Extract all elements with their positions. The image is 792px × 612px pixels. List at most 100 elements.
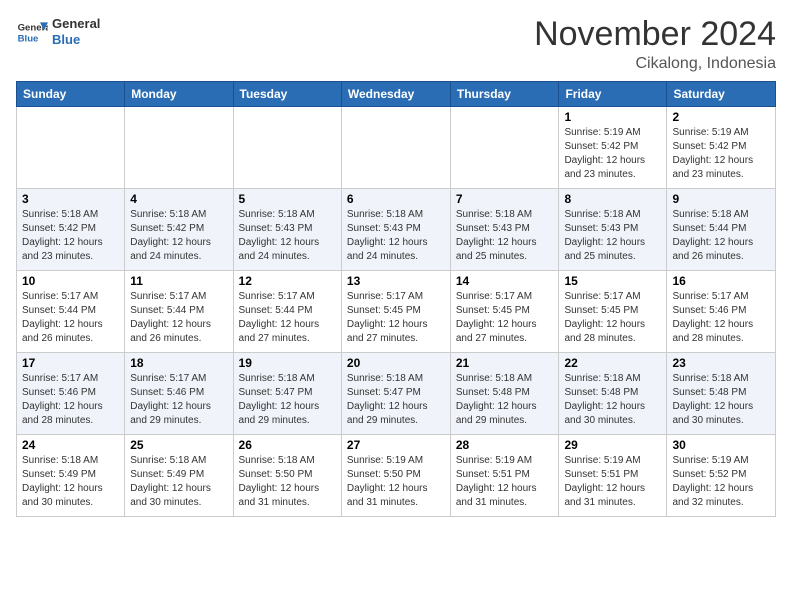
- calendar-cell: 15Sunrise: 5:17 AMSunset: 5:45 PMDayligh…: [559, 271, 667, 353]
- calendar-cell: 12 Sunrise: 5:17 AMSunset: 5:44 PMDayligh…: [233, 271, 341, 353]
- day-info: Sunrise: 5:18 AMSunset: 5:42 PMDaylight:…: [22, 208, 119, 264]
- day-info: Sunrise: 5:19 AMSunset: 5:50 PMDaylight:…: [347, 454, 445, 510]
- day-number: 11: [130, 274, 227, 288]
- location-title: Cikalong, Indonesia: [534, 55, 776, 73]
- day-number: 8: [564, 192, 661, 206]
- calendar-cell: 10Sunrise: 5:17 AMSunset: 5:44 PMDayligh…: [17, 271, 125, 353]
- day-info: Sunrise: 5:17 AMSunset: 5:45 PMDaylight:…: [456, 290, 554, 346]
- day-number: 3: [22, 192, 119, 206]
- day-info: Sunrise: 5:17 AMSunset: 5:44 PMDaylight:…: [239, 290, 336, 346]
- day-info: Sunrise: 5:19 AMSunset: 5:52 PMDaylight:…: [672, 454, 770, 510]
- day-number: 1: [564, 110, 661, 124]
- day-info: Sunrise: 5:17 AMSunset: 5:44 PMDaylight:…: [130, 290, 227, 346]
- day-number: 6: [347, 192, 445, 206]
- day-info: Sunrise: 5:18 AMSunset: 5:50 PMDaylight:…: [239, 454, 336, 510]
- calendar-week-row: 10 Sunrise: 5:17 AMSunset: 5:44 PMDayligh…: [17, 271, 776, 353]
- day-info: Sunrise: 5:18 AMSunset: 5:43 PMDaylight:…: [239, 208, 336, 264]
- logo-general-text: General: [52, 16, 100, 32]
- day-number: 2: [672, 110, 770, 124]
- day-info: Sunrise: 5:18 AMSunset: 5:49 PMDaylight:…: [22, 454, 119, 510]
- calendar-cell: 14 Sunrise: 5:17 AMSunset: 5:45 PMDayligh…: [450, 271, 559, 353]
- day-number: 25: [130, 438, 227, 452]
- day-number: 12: [239, 274, 336, 288]
- day-number: 13: [347, 274, 445, 288]
- calendar-cell: 28 Sunrise: 5:19 AMSunset: 5:51 PMDayligh…: [450, 435, 559, 517]
- day-info: Sunrise: 5:18 AMSunset: 5:49 PMDaylight:…: [130, 454, 227, 510]
- calendar-week-row: 24Sunrise: 5:18 AMSunset: 5:49 PMDayligh…: [17, 435, 776, 517]
- calendar-cell: 29 Sunrise: 5:19 AMSunset: 5:51 PMDayligh…: [559, 435, 667, 517]
- day-info: Sunrise: 5:18 AMSunset: 5:48 PMDaylight:…: [672, 372, 770, 428]
- logo-icon: General Blue: [16, 16, 48, 48]
- calendar-cell: [233, 107, 341, 189]
- calendar-cell: 17 Sunrise: 5:17 AMSunset: 5:46 PMDayligh…: [17, 353, 125, 435]
- day-info: Sunrise: 5:19 AMSunset: 5:51 PMDaylight:…: [456, 454, 554, 510]
- weekday-header: Saturday: [667, 82, 776, 107]
- calendar-cell: 8 Sunrise: 5:18 AMSunset: 5:43 PMDaylight…: [559, 189, 667, 271]
- day-number: 30: [672, 438, 770, 452]
- day-number: 19: [239, 356, 336, 370]
- calendar-cell: 11 Sunrise: 5:17 AMSunset: 5:44 PMDayligh…: [125, 271, 233, 353]
- calendar-cell: [341, 107, 450, 189]
- day-number: 23: [672, 356, 770, 370]
- calendar-cell: 16 Sunrise: 5:17 AMSunset: 5:46 PMDayligh…: [667, 271, 776, 353]
- day-number: 17: [22, 356, 119, 370]
- day-number: 20: [347, 356, 445, 370]
- day-number: 28: [456, 438, 554, 452]
- page-header: General Blue General Blue November 2024 …: [16, 16, 776, 73]
- day-info: Sunrise: 5:18 AMSunset: 5:48 PMDaylight:…: [564, 372, 661, 428]
- weekday-header: Wednesday: [341, 82, 450, 107]
- calendar-cell: 6 Sunrise: 5:18 AMSunset: 5:43 PMDaylight…: [341, 189, 450, 271]
- calendar-cell: 7Sunrise: 5:18 AMSunset: 5:43 PMDaylight…: [450, 189, 559, 271]
- weekday-header: Monday: [125, 82, 233, 107]
- calendar-cell: 13Sunrise: 5:17 AMSunset: 5:45 PMDayligh…: [341, 271, 450, 353]
- calendar-week-row: 17 Sunrise: 5:17 AMSunset: 5:46 PMDayligh…: [17, 353, 776, 435]
- calendar-cell: 25 Sunrise: 5:18 AMSunset: 5:49 PMDayligh…: [125, 435, 233, 517]
- calendar-cell: 2 Sunrise: 5:19 AMSunset: 5:42 PMDaylight…: [667, 107, 776, 189]
- calendar-header-row: SundayMondayTuesdayWednesdayThursdayFrid…: [17, 82, 776, 107]
- calendar-table: SundayMondayTuesdayWednesdayThursdayFrid…: [16, 81, 776, 517]
- day-info: Sunrise: 5:18 AMSunset: 5:43 PMDaylight:…: [347, 208, 445, 264]
- calendar-cell: [125, 107, 233, 189]
- day-number: 26: [239, 438, 336, 452]
- day-info: Sunrise: 5:19 AMSunset: 5:51 PMDaylight:…: [564, 454, 661, 510]
- calendar-cell: 1 Sunrise: 5:19 AMSunset: 5:42 PMDaylight…: [559, 107, 667, 189]
- calendar-cell: 5 Sunrise: 5:18 AMSunset: 5:43 PMDaylight…: [233, 189, 341, 271]
- day-info: Sunrise: 5:18 AMSunset: 5:43 PMDaylight:…: [456, 208, 554, 264]
- day-info: Sunrise: 5:17 AMSunset: 5:46 PMDaylight:…: [672, 290, 770, 346]
- calendar-week-row: 3 Sunrise: 5:18 AMSunset: 5:42 PMDaylight…: [17, 189, 776, 271]
- day-info: Sunrise: 5:17 AMSunset: 5:46 PMDaylight:…: [130, 372, 227, 428]
- calendar-cell: 30 Sunrise: 5:19 AMSunset: 5:52 PMDayligh…: [667, 435, 776, 517]
- day-number: 18: [130, 356, 227, 370]
- day-info: Sunrise: 5:18 AMSunset: 5:47 PMDaylight:…: [347, 372, 445, 428]
- day-number: 29: [564, 438, 661, 452]
- day-number: 5: [239, 192, 336, 206]
- calendar-cell: 23 Sunrise: 5:18 AMSunset: 5:48 PMDayligh…: [667, 353, 776, 435]
- svg-text:Blue: Blue: [18, 34, 39, 45]
- day-info: Sunrise: 5:18 AMSunset: 5:43 PMDaylight:…: [564, 208, 661, 264]
- day-info: Sunrise: 5:19 AMSunset: 5:42 PMDaylight:…: [564, 126, 661, 182]
- day-number: 16: [672, 274, 770, 288]
- day-info: Sunrise: 5:18 AMSunset: 5:44 PMDaylight:…: [672, 208, 770, 264]
- calendar-cell: 22Sunrise: 5:18 AMSunset: 5:48 PMDayligh…: [559, 353, 667, 435]
- day-number: 10: [22, 274, 119, 288]
- day-info: Sunrise: 5:17 AMSunset: 5:46 PMDaylight:…: [22, 372, 119, 428]
- month-title: November 2024: [534, 16, 776, 53]
- logo: General Blue General Blue: [16, 16, 100, 48]
- day-info: Sunrise: 5:19 AMSunset: 5:42 PMDaylight:…: [672, 126, 770, 182]
- calendar-cell: 27 Sunrise: 5:19 AMSunset: 5:50 PMDayligh…: [341, 435, 450, 517]
- day-number: 27: [347, 438, 445, 452]
- calendar-cell: 20 Sunrise: 5:18 AMSunset: 5:47 PMDayligh…: [341, 353, 450, 435]
- day-info: Sunrise: 5:18 AMSunset: 5:42 PMDaylight:…: [130, 208, 227, 264]
- day-info: Sunrise: 5:18 AMSunset: 5:47 PMDaylight:…: [239, 372, 336, 428]
- calendar-cell: 21Sunrise: 5:18 AMSunset: 5:48 PMDayligh…: [450, 353, 559, 435]
- calendar-cell: [450, 107, 559, 189]
- day-info: Sunrise: 5:17 AMSunset: 5:45 PMDaylight:…: [564, 290, 661, 346]
- calendar-week-row: 1 Sunrise: 5:19 AMSunset: 5:42 PMDaylight…: [17, 107, 776, 189]
- title-block: November 2024 Cikalong, Indonesia: [534, 16, 776, 73]
- day-number: 14: [456, 274, 554, 288]
- calendar-cell: 18 Sunrise: 5:17 AMSunset: 5:46 PMDayligh…: [125, 353, 233, 435]
- weekday-header: Thursday: [450, 82, 559, 107]
- calendar-cell: 4Sunrise: 5:18 AMSunset: 5:42 PMDaylight…: [125, 189, 233, 271]
- logo-blue-text: Blue: [52, 32, 100, 48]
- calendar-page: General Blue General Blue November 2024 …: [0, 0, 792, 612]
